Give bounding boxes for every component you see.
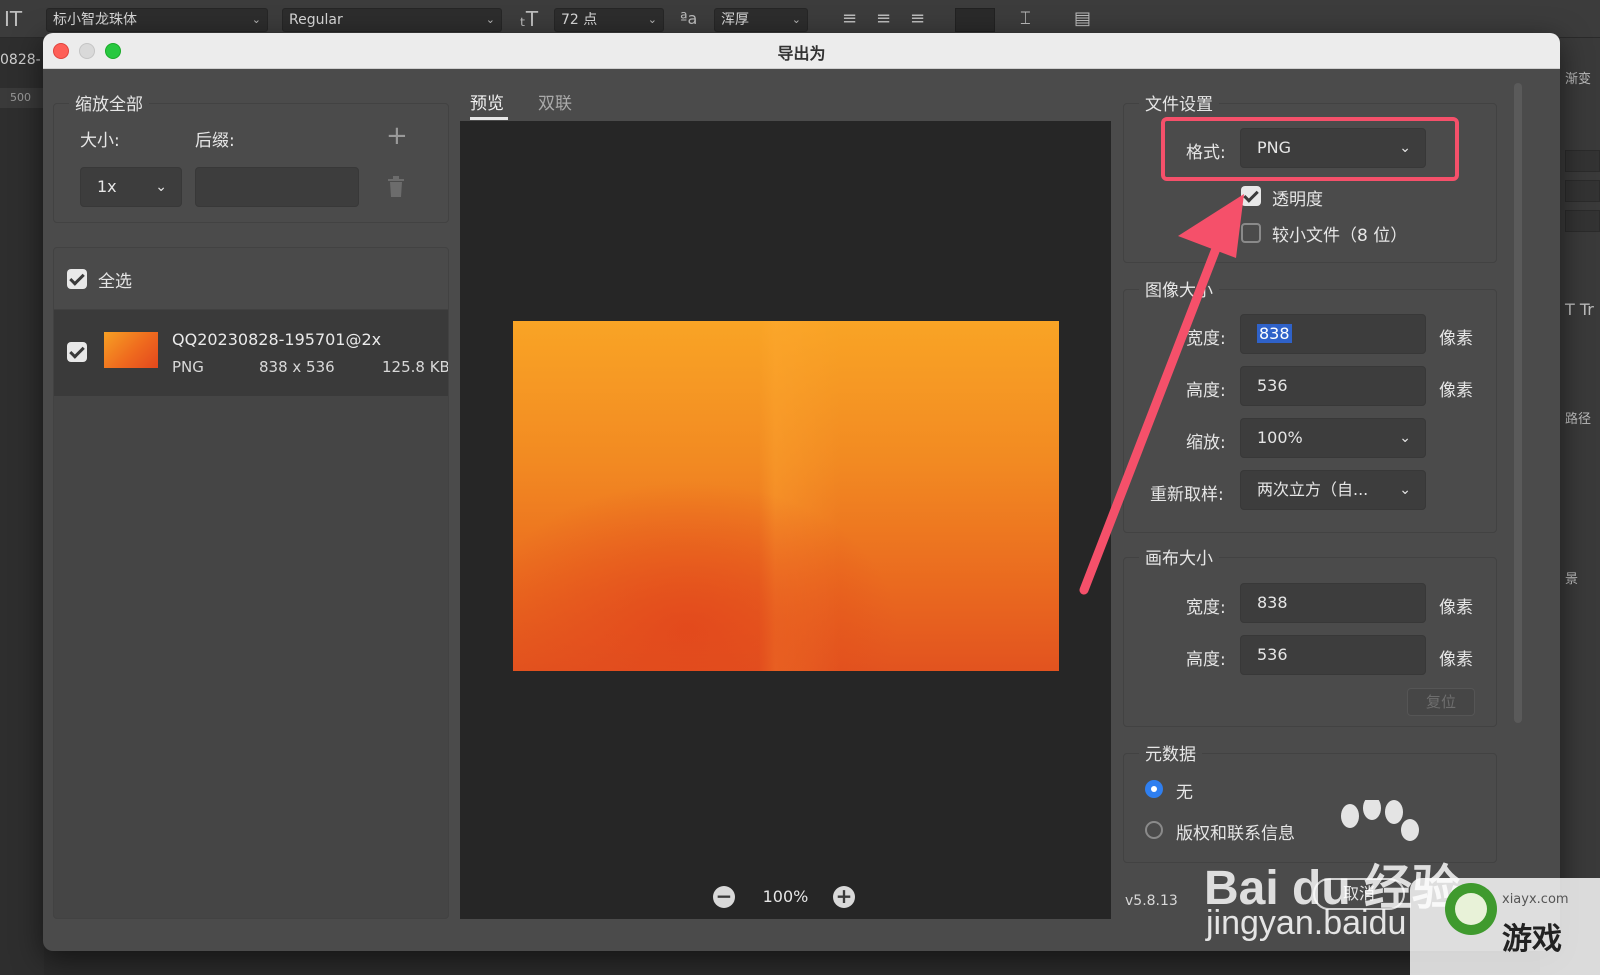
site-name: 游戏 (1502, 922, 1562, 957)
baidu-url-text: jingyan.baidu (1206, 904, 1407, 942)
site-watermark: xiayx.com 游戏 (1410, 878, 1600, 975)
game-logo-icon (1445, 883, 1497, 935)
site-url: xiayx.com (1502, 892, 1569, 907)
